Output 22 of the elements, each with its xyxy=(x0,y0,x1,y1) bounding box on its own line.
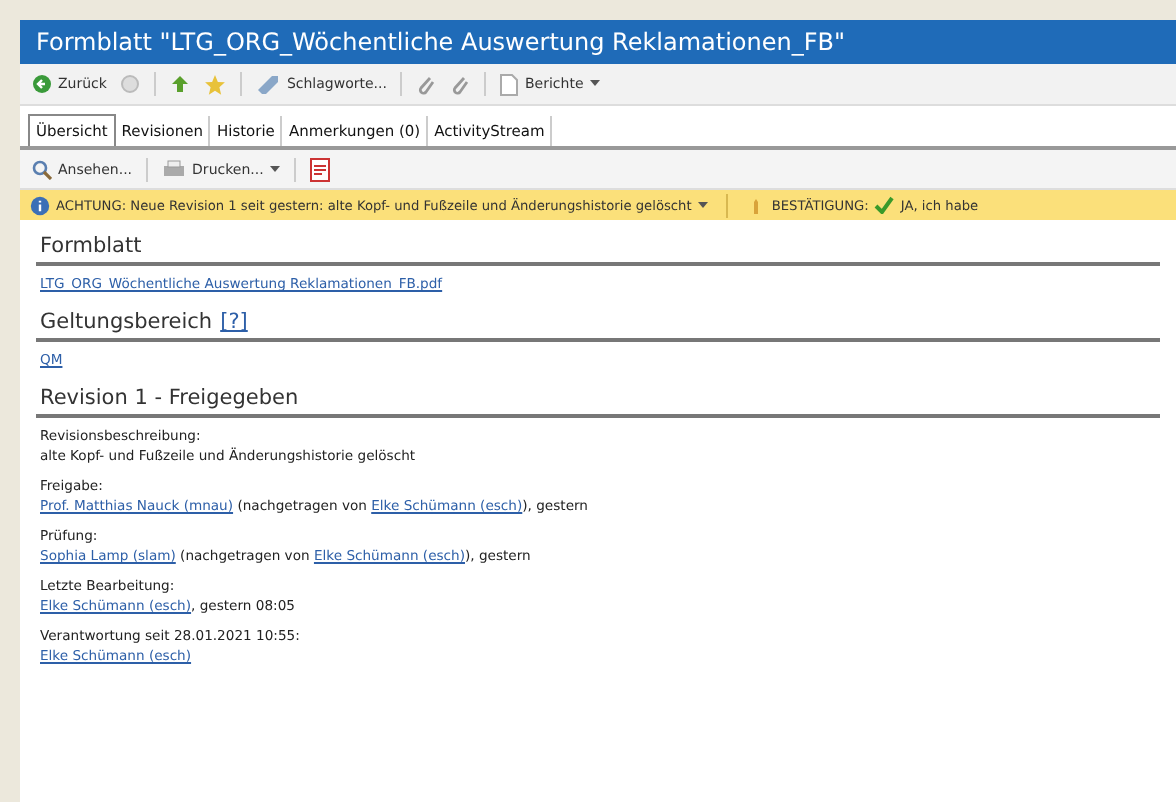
window-title: Formblatt "LTG_ORG_Wöchentliche Auswertung Reklamationen_FB" xyxy=(20,20,1176,64)
help-link[interactable]: [?] xyxy=(220,310,248,334)
circle-arrow-icon xyxy=(32,74,52,94)
document-icon xyxy=(500,73,519,95)
paperclip-icon xyxy=(450,73,471,95)
toolbar-button[interactable] xyxy=(200,71,231,97)
circle-icon xyxy=(120,74,141,94)
pdf-icon xyxy=(309,157,330,181)
printer-icon xyxy=(162,159,187,179)
info-icon xyxy=(30,195,50,215)
pdf-button[interactable] xyxy=(305,155,334,183)
toolbar-button[interactable] xyxy=(116,72,145,96)
star-icon xyxy=(204,73,227,95)
checkmark-icon xyxy=(874,196,895,214)
search-icon xyxy=(32,159,52,179)
paperclip-icon xyxy=(416,73,437,95)
up-arrow-icon xyxy=(170,74,191,94)
section-title: Geltungsbereich xyxy=(40,310,213,334)
section-title: Revision 1 - Freigegeben xyxy=(40,386,299,410)
caret-icon xyxy=(697,201,708,209)
tag-icon xyxy=(256,74,281,94)
section-title: Formblatt xyxy=(40,234,142,258)
